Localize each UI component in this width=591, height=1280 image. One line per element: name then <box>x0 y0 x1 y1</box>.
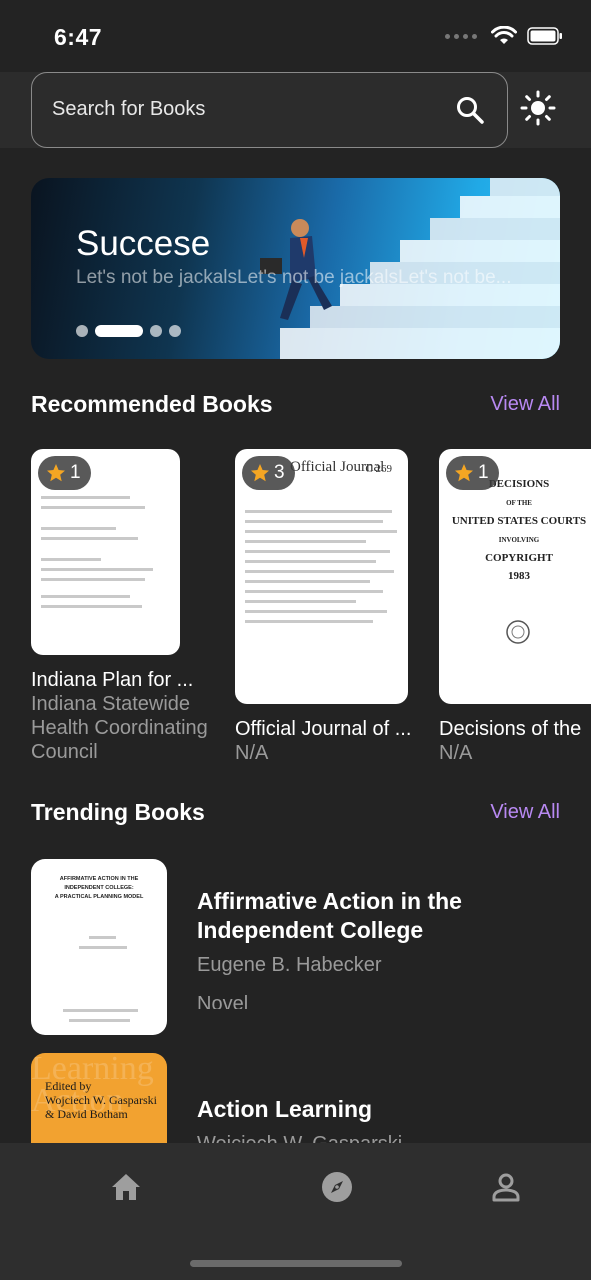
banner-pager <box>76 325 181 337</box>
recommended-book-card[interactable]: DECISIONS OF THE UNITED STATES COURTS INVOL… <box>439 449 591 765</box>
pager-dot[interactable] <box>169 325 181 337</box>
book-cover: Learning Action Edited by Wojciech W. Gasp… <box>31 1053 167 1143</box>
home-indicator[interactable] <box>190 1260 402 1267</box>
app-header: Search for Books <box>0 72 591 148</box>
rating-badge: 1 <box>38 456 91 490</box>
book-cover: Official Journal C 269 3 <box>235 449 408 704</box>
pager-dot-active[interactable] <box>95 325 143 337</box>
recommended-title: Recommended Books <box>31 391 273 417</box>
book-title: Action Learning <box>197 1096 373 1122</box>
book-author: Eugene B. Habecker <box>197 954 382 976</box>
star-icon <box>455 464 473 482</box>
trending-view-all-link[interactable]: View All <box>490 801 560 824</box>
recommended-book-card[interactable]: 1 Indiana Plan for ... Indiana Statewide… <box>31 449 221 764</box>
status-icons <box>445 26 563 46</box>
rating-value: 1 <box>478 462 489 483</box>
theme-toggle-icon[interactable] <box>520 90 556 126</box>
search-icon[interactable] <box>455 95 485 125</box>
featured-banner[interactable]: Succese Let's not be jackalsLet's not be… <box>31 178 560 359</box>
recommended-view-all-link[interactable]: View All <box>490 393 560 416</box>
book-cover: 1 <box>31 449 180 655</box>
trending-book-item[interactable]: AFFIRMATIVE ACTION IN THE INDEPENDENT CO… <box>31 859 561 1035</box>
cover-text: DECISIONS OF THE UNITED STATES COURTS INVOL… <box>451 478 587 582</box>
book-cover: DECISIONS OF THE UNITED STATES COURTS INVOL… <box>439 449 591 704</box>
home-icon[interactable] <box>109 1170 143 1204</box>
cover-text: Edited by Wojciech W. Gasparski & David Bo… <box>45 1079 158 1121</box>
cover-text: AFFIRMATIVE ACTION IN THE INDEPENDENT CO… <box>54 876 144 900</box>
pager-dot[interactable] <box>150 325 162 337</box>
book-title: Decisions of the <box>439 718 582 740</box>
book-title: Official Journal of ... <box>235 718 412 740</box>
rating-value: 1 <box>70 462 81 483</box>
trending-title: Trending Books <box>31 799 205 825</box>
seal-icon <box>506 620 530 644</box>
book-title: Indiana Plan for ... <box>31 669 194 691</box>
star-icon <box>251 464 269 482</box>
recommended-book-card[interactable]: Official Journal C 269 3 Official Journa… <box>235 449 425 765</box>
book-author: Indiana Statewide Health Coordinating Co… <box>31 693 208 763</box>
book-author: N/A <box>235 742 269 764</box>
cover-code: C 269 <box>365 463 392 475</box>
banner-title: Succese <box>76 224 211 263</box>
signal-icon <box>445 33 477 39</box>
book-author: Wojciech W. Gasparski <box>197 1133 402 1143</box>
star-icon <box>47 464 65 482</box>
status-bar: 6:47 <box>0 0 591 72</box>
search-input[interactable]: Search for Books <box>31 72 508 148</box>
trending-book-item[interactable]: Learning Action Edited by Wojciech W. Gasp… <box>31 1053 561 1143</box>
wifi-icon <box>491 26 517 44</box>
rating-badge: 1 <box>446 456 499 490</box>
rating-value: 3 <box>274 462 285 483</box>
banner-subtitle: Let's not be jackalsLet's not be jackals… <box>76 267 512 288</box>
status-time: 6:47 <box>54 24 103 50</box>
book-category: Novel <box>197 993 249 1009</box>
rating-badge: 3 <box>242 456 295 490</box>
book-author: N/A <box>439 742 473 764</box>
book-cover: AFFIRMATIVE ACTION IN THE INDEPENDENT CO… <box>31 859 167 1035</box>
search-placeholder: Search for Books <box>52 98 206 120</box>
explore-icon[interactable] <box>320 1170 354 1204</box>
book-title: Affirmative Action in the Independent Co… <box>197 888 462 943</box>
pager-dot[interactable] <box>76 325 88 337</box>
battery-icon <box>527 27 562 45</box>
profile-icon[interactable] <box>489 1170 523 1204</box>
